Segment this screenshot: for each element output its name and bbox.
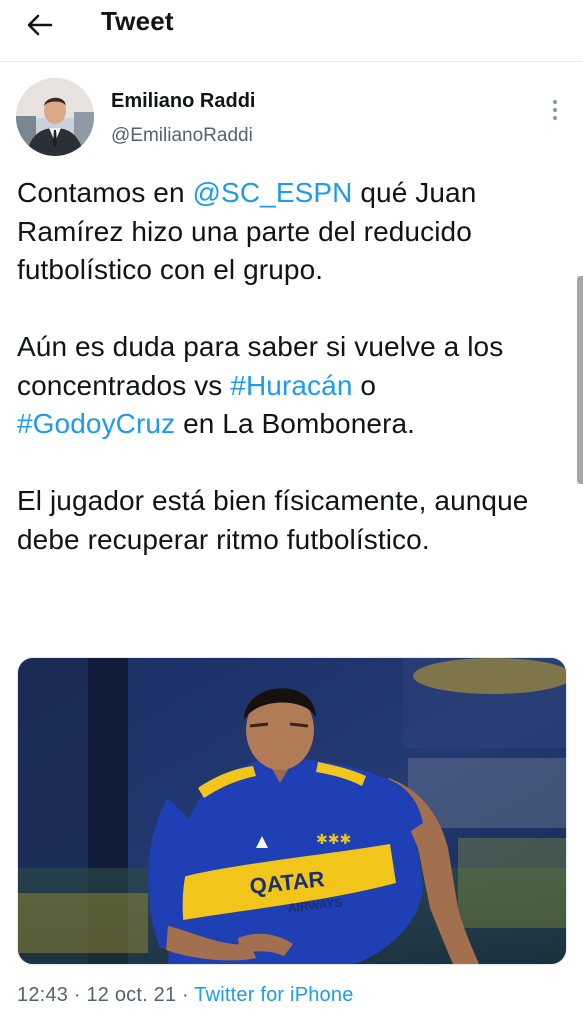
hashtag-link-godoycruz[interactable]: #GodoyCruz [17, 408, 175, 439]
tweet-photo[interactable]: ✱✱✱ QATAR AIRWAYS [17, 657, 567, 965]
hashtag-link-huracan[interactable]: #Huracán [230, 370, 352, 401]
author-handle[interactable]: @EmilianoRaddi [111, 125, 253, 147]
tweet-paragraph-2: Aún es duda para saber si vuelve a los c… [17, 331, 504, 439]
avatar[interactable] [16, 78, 94, 156]
more-vertical-icon [553, 100, 557, 104]
jersey-stars: ✱✱✱ [316, 832, 351, 848]
arrow-left-icon [27, 14, 53, 36]
author-name[interactable]: Emiliano Raddi [111, 90, 255, 113]
top-bar: Tweet [0, 0, 583, 62]
tweet-date: 12 oct. 21 [86, 984, 177, 1006]
tweet-paragraph-1: Contamos en @SC_ESPN qué Juan Ramírez hi… [17, 177, 477, 285]
tweet-meta: 12:43 · 12 oct. 21 · Twitter for iPhone [17, 984, 354, 1006]
tweet-source-link[interactable]: Twitter for iPhone [194, 984, 353, 1006]
scrollbar[interactable] [577, 276, 583, 484]
page-title: Tweet [101, 6, 174, 36]
tweet-text: Contamos en @SC_ESPN qué Juan Ramírez hi… [17, 174, 565, 559]
tweet-paragraph-3: El jugador está bien físicamente, aunque… [17, 485, 529, 555]
tweet-author: Emiliano Raddi @EmilianoRaddi [16, 78, 567, 158]
more-options-button[interactable] [544, 92, 566, 128]
tweet-time: 12:43 [17, 984, 69, 1006]
mention-link[interactable]: @SC_ESPN [193, 177, 353, 208]
back-button[interactable] [18, 6, 62, 44]
